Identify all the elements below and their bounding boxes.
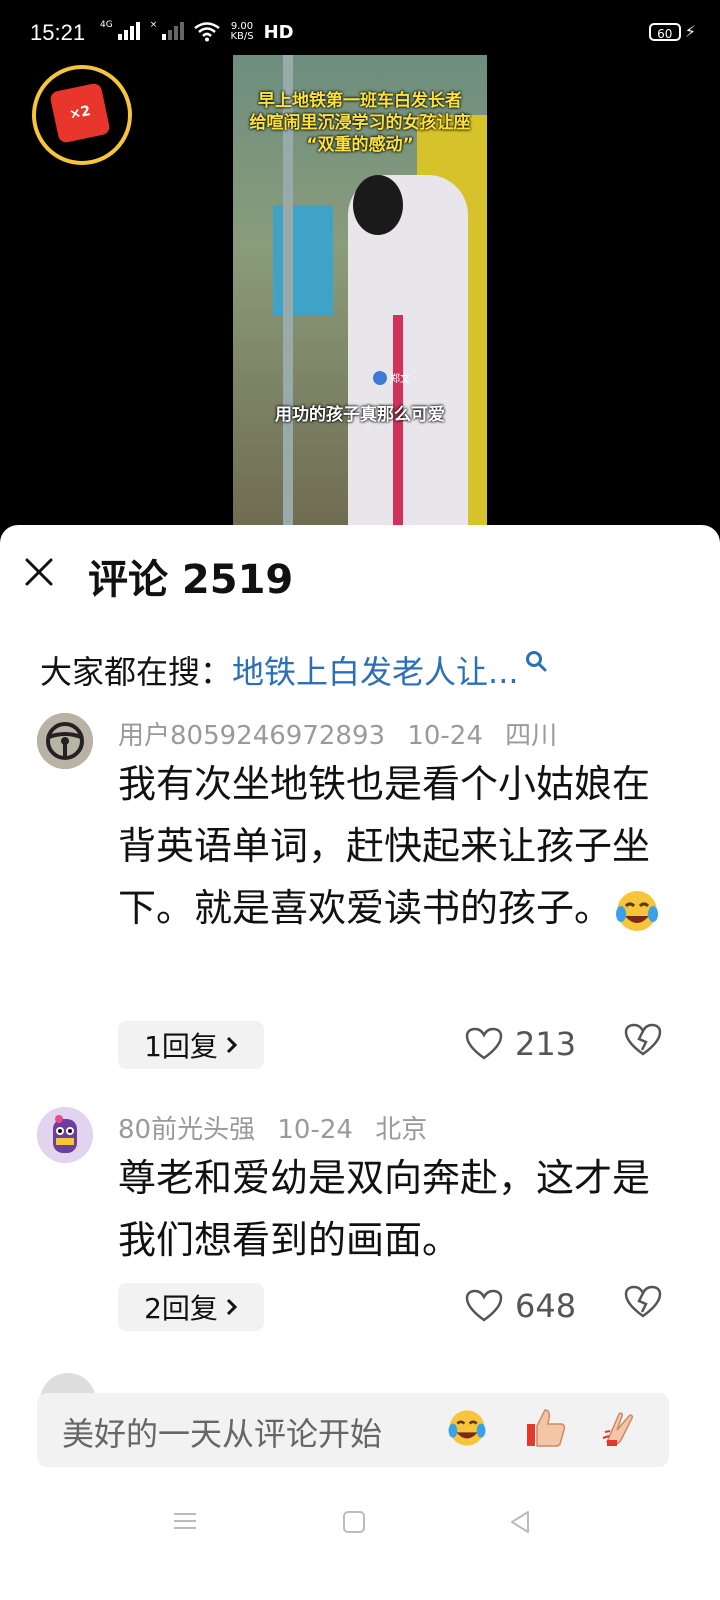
video-title: 早上地铁第一班车白发长者 给喧闹里沉浸学习的女孩让座 “双重的感动” [249,91,471,155]
comment-username[interactable]: 80前光头强 [118,1115,255,1145]
heart-icon [465,1027,503,1060]
laughing-crying-emoji [612,886,662,936]
watermark-logo-icon [373,370,387,385]
net-speed: 9.00 KB/S [230,21,254,42]
like-count: 213 [515,1025,577,1063]
comment-input-placeholder: 美好的一天从评论开始 [62,1415,383,1453]
video-player[interactable]: 早上地铁第一班车白发长者 给喧闹里沉浸学习的女孩让座 “双重的感动” 郑文 用功… [233,55,487,535]
back-icon[interactable] [508,1510,532,1534]
comment-location: 四川 [505,721,558,751]
search-icon [525,651,547,672]
status-time: 15:21 [30,20,86,45]
battery-level: 60 [648,22,681,41]
steering-wheel-icon [37,713,93,769]
comment-date: 10-24 [407,721,483,751]
cellular-signal-icon: 4G [100,20,140,44]
comment-date: 10-24 [277,1115,353,1145]
comment-text[interactable]: 我有次坐地铁也是看个小姑娘在背英语单词，赶快起来让孩子坐下。就是喜欢爱读书的孩子… [118,753,668,939]
like-count: 648 [515,1287,577,1325]
comment-meta: 80前光头强 10-24 北京 [118,1109,441,1146]
wifi-icon [194,22,221,42]
broken-heart-icon[interactable] [624,1285,662,1319]
battery-indicator: 60 ⚡ [648,22,696,41]
cellular-signal-2-icon: × [150,20,185,44]
comment-username[interactable]: 用户8059246972893 [118,721,385,751]
avatar[interactable] [37,713,93,769]
chevron-right-icon [226,1036,238,1054]
laughing-crying-emoji[interactable] [445,1406,489,1450]
close-icon[interactable] [22,555,56,589]
comment-input[interactable]: 美好的一天从评论开始 [37,1393,669,1467]
clapping-hands-emoji[interactable] [599,1406,643,1450]
avatar[interactable] [37,1107,93,1163]
comment-location: 北京 [375,1115,428,1145]
video-watermark: 郑文 [373,370,410,385]
menu-icon[interactable] [172,1510,198,1532]
red-envelope-icon: ×2 [49,82,111,144]
comments-title: 评论 2519 [88,557,294,603]
comments-panel: 评论 2519 大家都在搜： 地铁上白发老人让... 用户80592469728… [0,525,720,1600]
hd-indicator: HD [263,21,294,43]
status-icons: 4G × 9.00 KB/S HD [100,20,294,44]
broken-heart-icon[interactable] [624,1023,662,1057]
video-caption: 用功的孩子真那么可爱 [275,405,445,425]
view-replies-button[interactable]: 1回复 [118,1021,264,1069]
system-nav-bar [0,1490,720,1580]
trending-search[interactable]: 大家都在搜： 地铁上白发老人让... [40,647,547,693]
charging-icon: ⚡ [684,22,696,41]
heart-icon [465,1289,503,1322]
like-button[interactable]: 648 [465,1287,576,1325]
thumbs-up-emoji[interactable] [523,1406,567,1450]
like-button[interactable]: 213 [465,1025,576,1063]
view-replies-button[interactable]: 2回复 [118,1283,264,1331]
cartoon-avatar-icon [37,1107,93,1163]
reward-badge[interactable]: ×2 [32,65,132,165]
trending-search-term[interactable]: 地铁上白发老人让... [232,647,519,693]
chevron-right-icon [226,1298,238,1316]
comment-text[interactable]: 尊老和爱幼是双向奔赴，这才是我们想看到的画面。 [118,1147,668,1271]
network-type: 4G [100,20,113,30]
trending-search-label: 大家都在搜： [40,653,233,691]
home-icon[interactable] [342,1510,366,1534]
comment-meta: 用户8059246972893 10-24 四川 [118,715,571,752]
